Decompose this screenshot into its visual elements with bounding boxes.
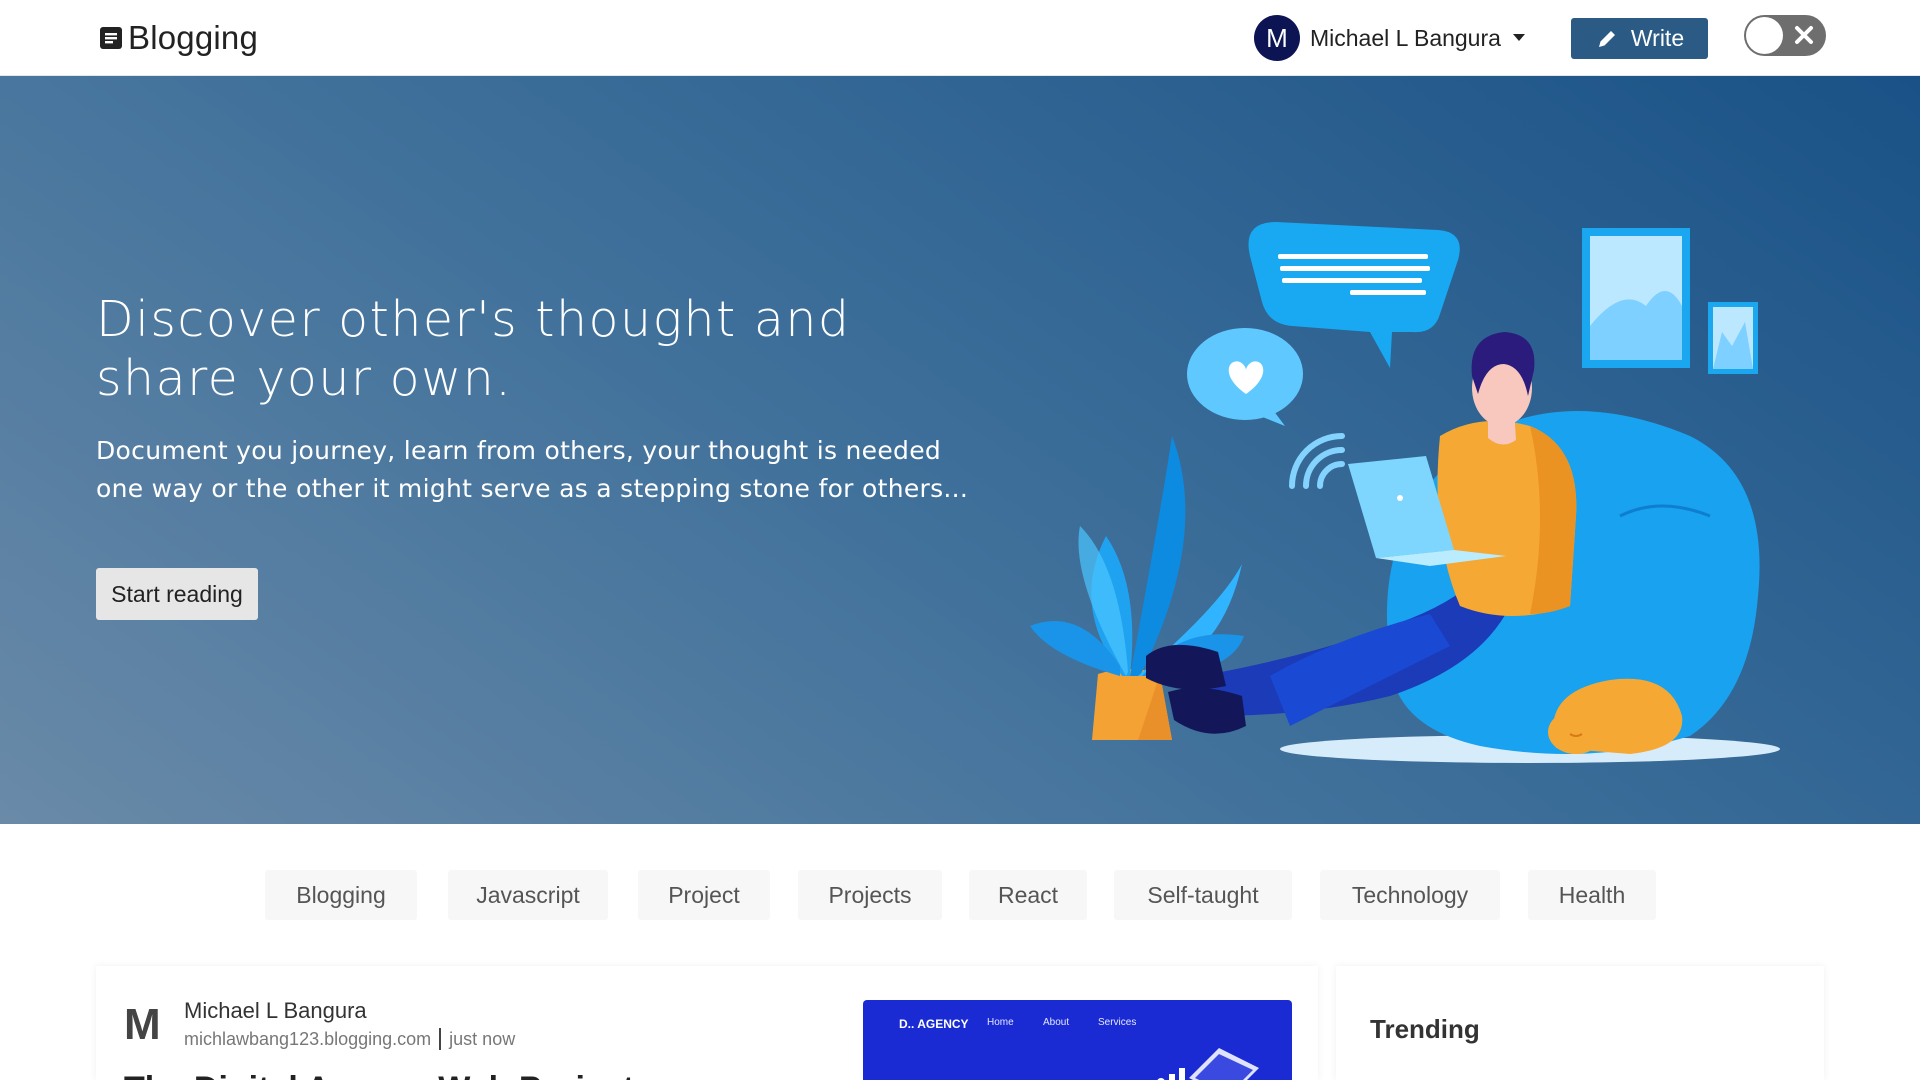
start-reading-button[interactable]: Start reading [96, 568, 258, 620]
author-name[interactable]: Michael L Bangura [184, 998, 367, 1024]
author-handle: michlawbang123.blogging.com [184, 1028, 432, 1049]
hero-title: Discover other's thought and share your … [96, 291, 851, 407]
brand-link[interactable]: Blogging [98, 18, 258, 58]
trending-title: Trending [1370, 1014, 1480, 1044]
pencil-icon [1598, 30, 1615, 47]
tag-javascript[interactable]: Javascript [448, 870, 608, 920]
tag-technology[interactable]: Technology [1320, 870, 1500, 920]
tag-health[interactable]: Health [1528, 870, 1656, 920]
thumbnail-nav-item: About [1043, 1017, 1070, 1028]
document-icon [100, 27, 122, 49]
close-icon [1795, 26, 1813, 44]
meta-divider [439, 1028, 442, 1050]
post-thumbnail[interactable]: D.. AGENCY Home About Services [863, 1000, 1292, 1080]
tag-list: Blogging Javascript Project Projects Rea… [0, 870, 1920, 920]
post-card[interactable]: M Michael L Bangura michlawbang123.blogg… [96, 966, 1318, 1080]
trending-panel: Trending [1336, 966, 1824, 1080]
person-reading-illustration [1030, 222, 1780, 763]
thumbnail-nav-item: Home [987, 1017, 1014, 1028]
toggle-knob [1746, 17, 1783, 54]
thumbnail-nav-item: Services [1098, 1017, 1137, 1028]
tag-self-taught[interactable]: Self-taught [1114, 870, 1292, 920]
user-name: Michael L Bangura [1310, 24, 1501, 51]
caret-down-icon [1512, 34, 1525, 41]
hero-section: Discover other's thought and share your … [0, 76, 1920, 824]
tag-react[interactable]: React [969, 870, 1087, 920]
hero-subtitle: Document you journey, learn from others,… [96, 436, 969, 503]
post-title[interactable]: The Digital Agency Web Project [124, 1070, 634, 1080]
thumbnail-graphic [1157, 1048, 1259, 1080]
post-meta: michlawbang123.blogging.com just now [184, 1028, 515, 1050]
tag-project[interactable]: Project [638, 870, 770, 920]
brand-name: Blogging [128, 19, 259, 56]
avatar: M [1254, 15, 1300, 61]
write-button[interactable]: Write [1571, 18, 1708, 59]
thumbnail-logo: D.. AGENCY [899, 1017, 969, 1031]
author-initial: M [124, 1000, 161, 1049]
theme-toggle[interactable] [1744, 15, 1826, 56]
write-label: Write [1630, 25, 1685, 51]
post-time: just now [449, 1028, 516, 1049]
user-menu-dropdown[interactable]: M Michael L Bangura [1254, 14, 1525, 62]
tag-projects[interactable]: Projects [798, 870, 942, 920]
top-navbar: Blogging M Michael L Bangura Write [0, 0, 1920, 76]
tag-blogging[interactable]: Blogging [265, 870, 417, 920]
